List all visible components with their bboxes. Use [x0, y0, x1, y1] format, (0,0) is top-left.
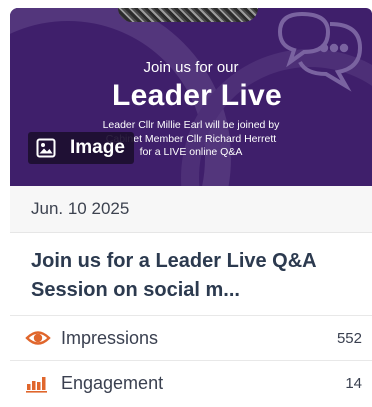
post-date-row: Jun. 10 2025 — [10, 186, 372, 233]
media-type-label: Image — [70, 137, 125, 158]
image-icon — [36, 138, 56, 158]
hero-kicker: Join us for our — [143, 59, 239, 76]
media-type-badge: Image — [28, 132, 134, 164]
metric-value: 14 — [345, 374, 362, 392]
metric-label: Engagement — [61, 372, 164, 393]
hero-title: Leader Live — [111, 79, 283, 112]
metric-engagement: Engagement 14 — [10, 360, 372, 406]
post-image[interactable]: Join us for our Leader Live Leader Cllr … — [10, 8, 372, 186]
speaker-photo — [118, 8, 258, 22]
metric-label: Impressions — [61, 327, 159, 348]
hero-subtitle-line: Leader Cllr Millie Earl will be joined b… — [102, 119, 280, 131]
post-date: Jun. 10 2025 — [31, 199, 130, 218]
post-card[interactable]: Join us for our Leader Live Leader Cllr … — [10, 8, 372, 407]
metric-impressions: Impressions 552 — [10, 315, 372, 361]
eye-icon — [25, 331, 51, 345]
bar-chart-icon — [26, 377, 47, 393]
post-headline[interactable]: Join us for a Leader Live Q&A Session on… — [31, 247, 361, 305]
metric-value: 552 — [336, 329, 362, 347]
